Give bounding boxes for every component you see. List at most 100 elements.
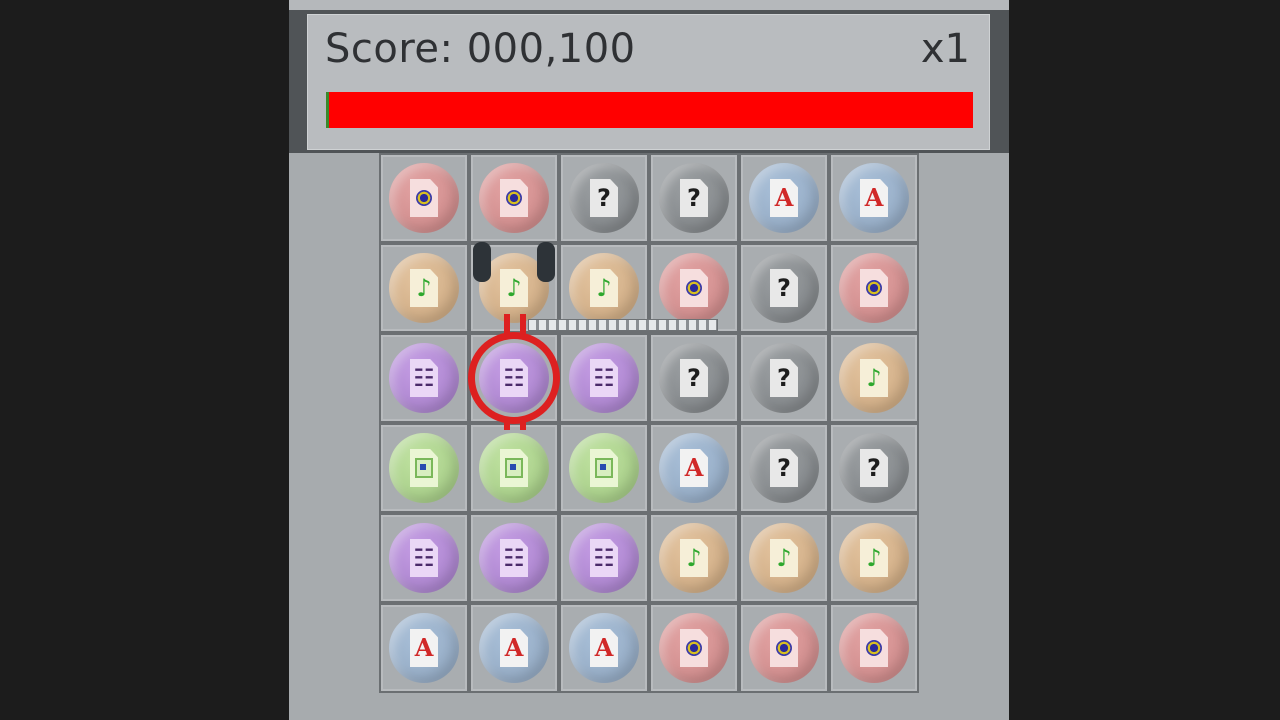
board-cell[interactable]: ? — [649, 333, 739, 423]
tile-orb — [479, 163, 549, 233]
selection-ring-leg — [520, 314, 526, 336]
tile-orb: ♪ — [659, 523, 729, 593]
board-cell[interactable]: A — [469, 603, 559, 693]
claw-finger — [537, 242, 555, 282]
timer-bar-fill — [329, 92, 973, 128]
tile-orb: ? — [839, 433, 909, 503]
board-cell[interactable]: A — [829, 153, 919, 243]
board-cell[interactable] — [379, 423, 469, 513]
disc-file-icon — [500, 179, 528, 217]
video-file-icon: ☷ — [500, 539, 528, 577]
board-cell[interactable]: ♪ — [829, 333, 919, 423]
board-cell[interactable]: ☷ — [379, 513, 469, 603]
text-file-icon: A — [770, 179, 798, 217]
game-board: ?? A A ♪ ♪ ♪? ☷ ☷ ☷?? ♪ A?? ☷ ☷ ☷ ♪ ♪ ♪ A A A — [379, 153, 919, 693]
image-file-icon — [410, 449, 438, 487]
music-file-icon: ♪ — [770, 539, 798, 577]
tile-orb: ☷ — [389, 523, 459, 593]
disc-file-icon — [770, 629, 798, 667]
text-file-icon: A — [860, 179, 888, 217]
tile-orb: A — [389, 613, 459, 683]
image-file-icon — [500, 449, 528, 487]
text-file-icon: A — [680, 449, 708, 487]
tile-orb: ♪ — [389, 253, 459, 323]
video-file-icon: ☷ — [410, 359, 438, 397]
tile-orb: ♪ — [839, 343, 909, 413]
board-cell[interactable] — [469, 153, 559, 243]
text-file-icon: A — [500, 629, 528, 667]
board-cell[interactable] — [829, 603, 919, 693]
tile-orb: ? — [659, 163, 729, 233]
board-cell[interactable]: ♪ — [739, 513, 829, 603]
board-cell[interactable]: ♪ — [649, 513, 739, 603]
tile-orb: A — [749, 163, 819, 233]
tile-orb: ☷ — [569, 523, 639, 593]
tile-orb — [659, 253, 729, 323]
tile-orb — [569, 433, 639, 503]
grabber-claw-icon — [473, 242, 555, 284]
disc-file-icon — [860, 269, 888, 307]
question-file-icon: ? — [590, 179, 618, 217]
music-file-icon: ♪ — [410, 269, 438, 307]
tile-orb: ? — [749, 433, 819, 503]
board-cell[interactable]: ☷ — [469, 513, 559, 603]
video-file-icon: ☷ — [590, 359, 618, 397]
tile-orb: ? — [749, 343, 819, 413]
board-cell[interactable] — [559, 423, 649, 513]
disc-file-icon — [680, 269, 708, 307]
board-cell[interactable]: ♪ — [829, 513, 919, 603]
selection-ring-leg — [520, 418, 526, 430]
music-file-icon: ♪ — [590, 269, 618, 307]
music-file-icon: ♪ — [860, 359, 888, 397]
board-cell[interactable]: ? — [559, 153, 649, 243]
text-file-icon: A — [410, 629, 438, 667]
tile-orb: A — [659, 433, 729, 503]
music-file-icon: ♪ — [680, 539, 708, 577]
board-cell[interactable]: ? — [739, 333, 829, 423]
board-cell[interactable]: A — [739, 153, 829, 243]
tile-orb: ? — [659, 343, 729, 413]
board-cell[interactable]: ? — [739, 243, 829, 333]
music-file-icon: ♪ — [860, 539, 888, 577]
selection-ring — [468, 332, 560, 424]
board-cell[interactable]: ☷ — [559, 513, 649, 603]
claw-finger — [473, 242, 491, 282]
tile-orb: ☷ — [569, 343, 639, 413]
tile-orb — [749, 613, 819, 683]
board-cell[interactable] — [379, 153, 469, 243]
board-cell[interactable]: ? — [829, 423, 919, 513]
tile-orb: ♪ — [749, 523, 819, 593]
video-file-icon: ☷ — [590, 539, 618, 577]
tile-orb: ♪ — [839, 523, 909, 593]
board-cell[interactable]: A — [379, 603, 469, 693]
board-cell[interactable]: ? — [739, 423, 829, 513]
question-file-icon: ? — [770, 359, 798, 397]
board-cell[interactable]: A — [649, 423, 739, 513]
image-file-icon — [590, 449, 618, 487]
board-cell[interactable] — [739, 603, 829, 693]
claw-chain — [528, 319, 718, 331]
board-cell[interactable]: A — [559, 603, 649, 693]
video-file-icon: ☷ — [410, 539, 438, 577]
tile-orb — [389, 163, 459, 233]
timer-bar — [326, 92, 973, 128]
tile-orb: A — [569, 613, 639, 683]
board-cell[interactable] — [469, 423, 559, 513]
board-cell[interactable]: ♪ — [379, 243, 469, 333]
tile-orb — [389, 433, 459, 503]
board-cell[interactable]: ☷ — [559, 333, 649, 423]
board-cell[interactable]: ☷ — [379, 333, 469, 423]
game-area: Score: 000,100 x1 ?? A A ♪ ♪ ♪? ☷ ☷ ☷?? ♪ A?? ☷ ☷ ☷ ♪ ♪… — [289, 0, 1009, 720]
score-label: Score: 000,100 — [325, 26, 636, 72]
tile-orb: ? — [569, 163, 639, 233]
tile-orb: ? — [749, 253, 819, 323]
board-cell[interactable] — [649, 603, 739, 693]
question-file-icon: ? — [680, 359, 708, 397]
question-file-icon: ? — [770, 269, 798, 307]
board-cell[interactable]: ? — [649, 153, 739, 243]
tile-orb — [839, 253, 909, 323]
tile-orb: ☷ — [389, 343, 459, 413]
question-file-icon: ? — [770, 449, 798, 487]
tile-orb: ☷ — [479, 523, 549, 593]
board-cell[interactable] — [829, 243, 919, 333]
